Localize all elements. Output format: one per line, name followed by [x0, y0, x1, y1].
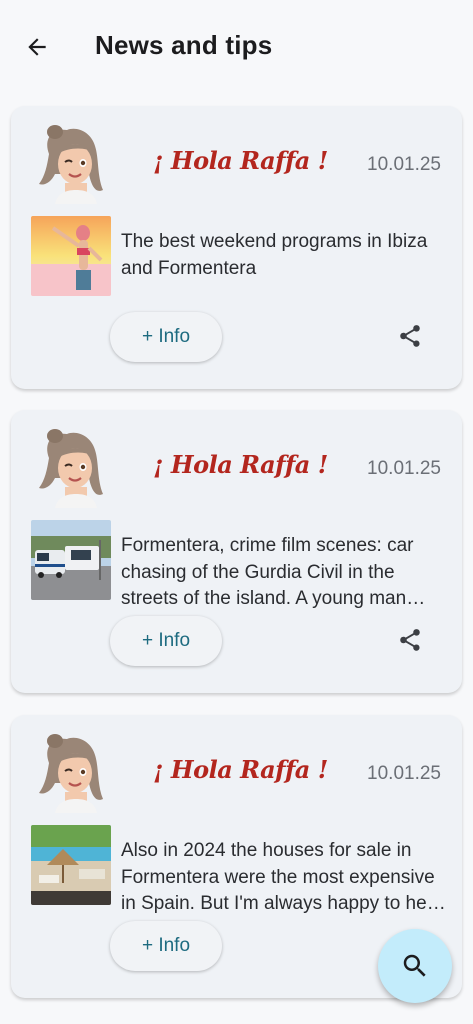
info-button[interactable]: + Info	[110, 312, 222, 362]
back-button[interactable]	[18, 28, 56, 66]
news-card: ¡ Hola Raffa ! 10.01.25 Formentera, crim…	[11, 410, 462, 693]
news-card: ¡ Hola Raffa ! 10.01.25 The best weekend…	[11, 106, 462, 389]
news-text: Also in 2024 the houses for sale in Form…	[121, 840, 442, 914]
news-date: 10.01.25	[367, 154, 441, 175]
news-thumbnail[interactable]	[31, 825, 111, 905]
greeting-text: ¡ Hola Raffa !	[153, 755, 328, 784]
search-button[interactable]	[378, 929, 452, 1003]
news-date: 10.01.25	[367, 458, 441, 479]
news-thumbnail[interactable]	[31, 216, 111, 296]
search-icon	[403, 954, 426, 977]
avatar	[39, 125, 103, 204]
app-bar: News and tips	[0, 0, 473, 94]
share-button[interactable]	[392, 622, 428, 658]
share-icon	[400, 325, 420, 347]
greeting-text: ¡ Hola Raffa !	[153, 146, 328, 175]
news-text: Formentera, crime film scenes: car chasi…	[121, 535, 414, 609]
page-title: News and tips	[95, 30, 273, 60]
avatar	[39, 734, 103, 813]
info-button[interactable]: + Info	[110, 616, 222, 666]
news-thumbnail[interactable]	[31, 520, 111, 600]
arrow-left-icon	[28, 38, 46, 56]
news-date: 10.01.25	[367, 763, 441, 784]
share-button[interactable]	[392, 318, 428, 354]
info-button[interactable]: + Info	[110, 921, 222, 971]
share-icon	[400, 629, 420, 651]
news-text: The best weekend programs in Ibiza and F…	[121, 231, 428, 279]
avatar	[39, 429, 103, 508]
greeting-text: ¡ Hola Raffa !	[153, 450, 328, 479]
